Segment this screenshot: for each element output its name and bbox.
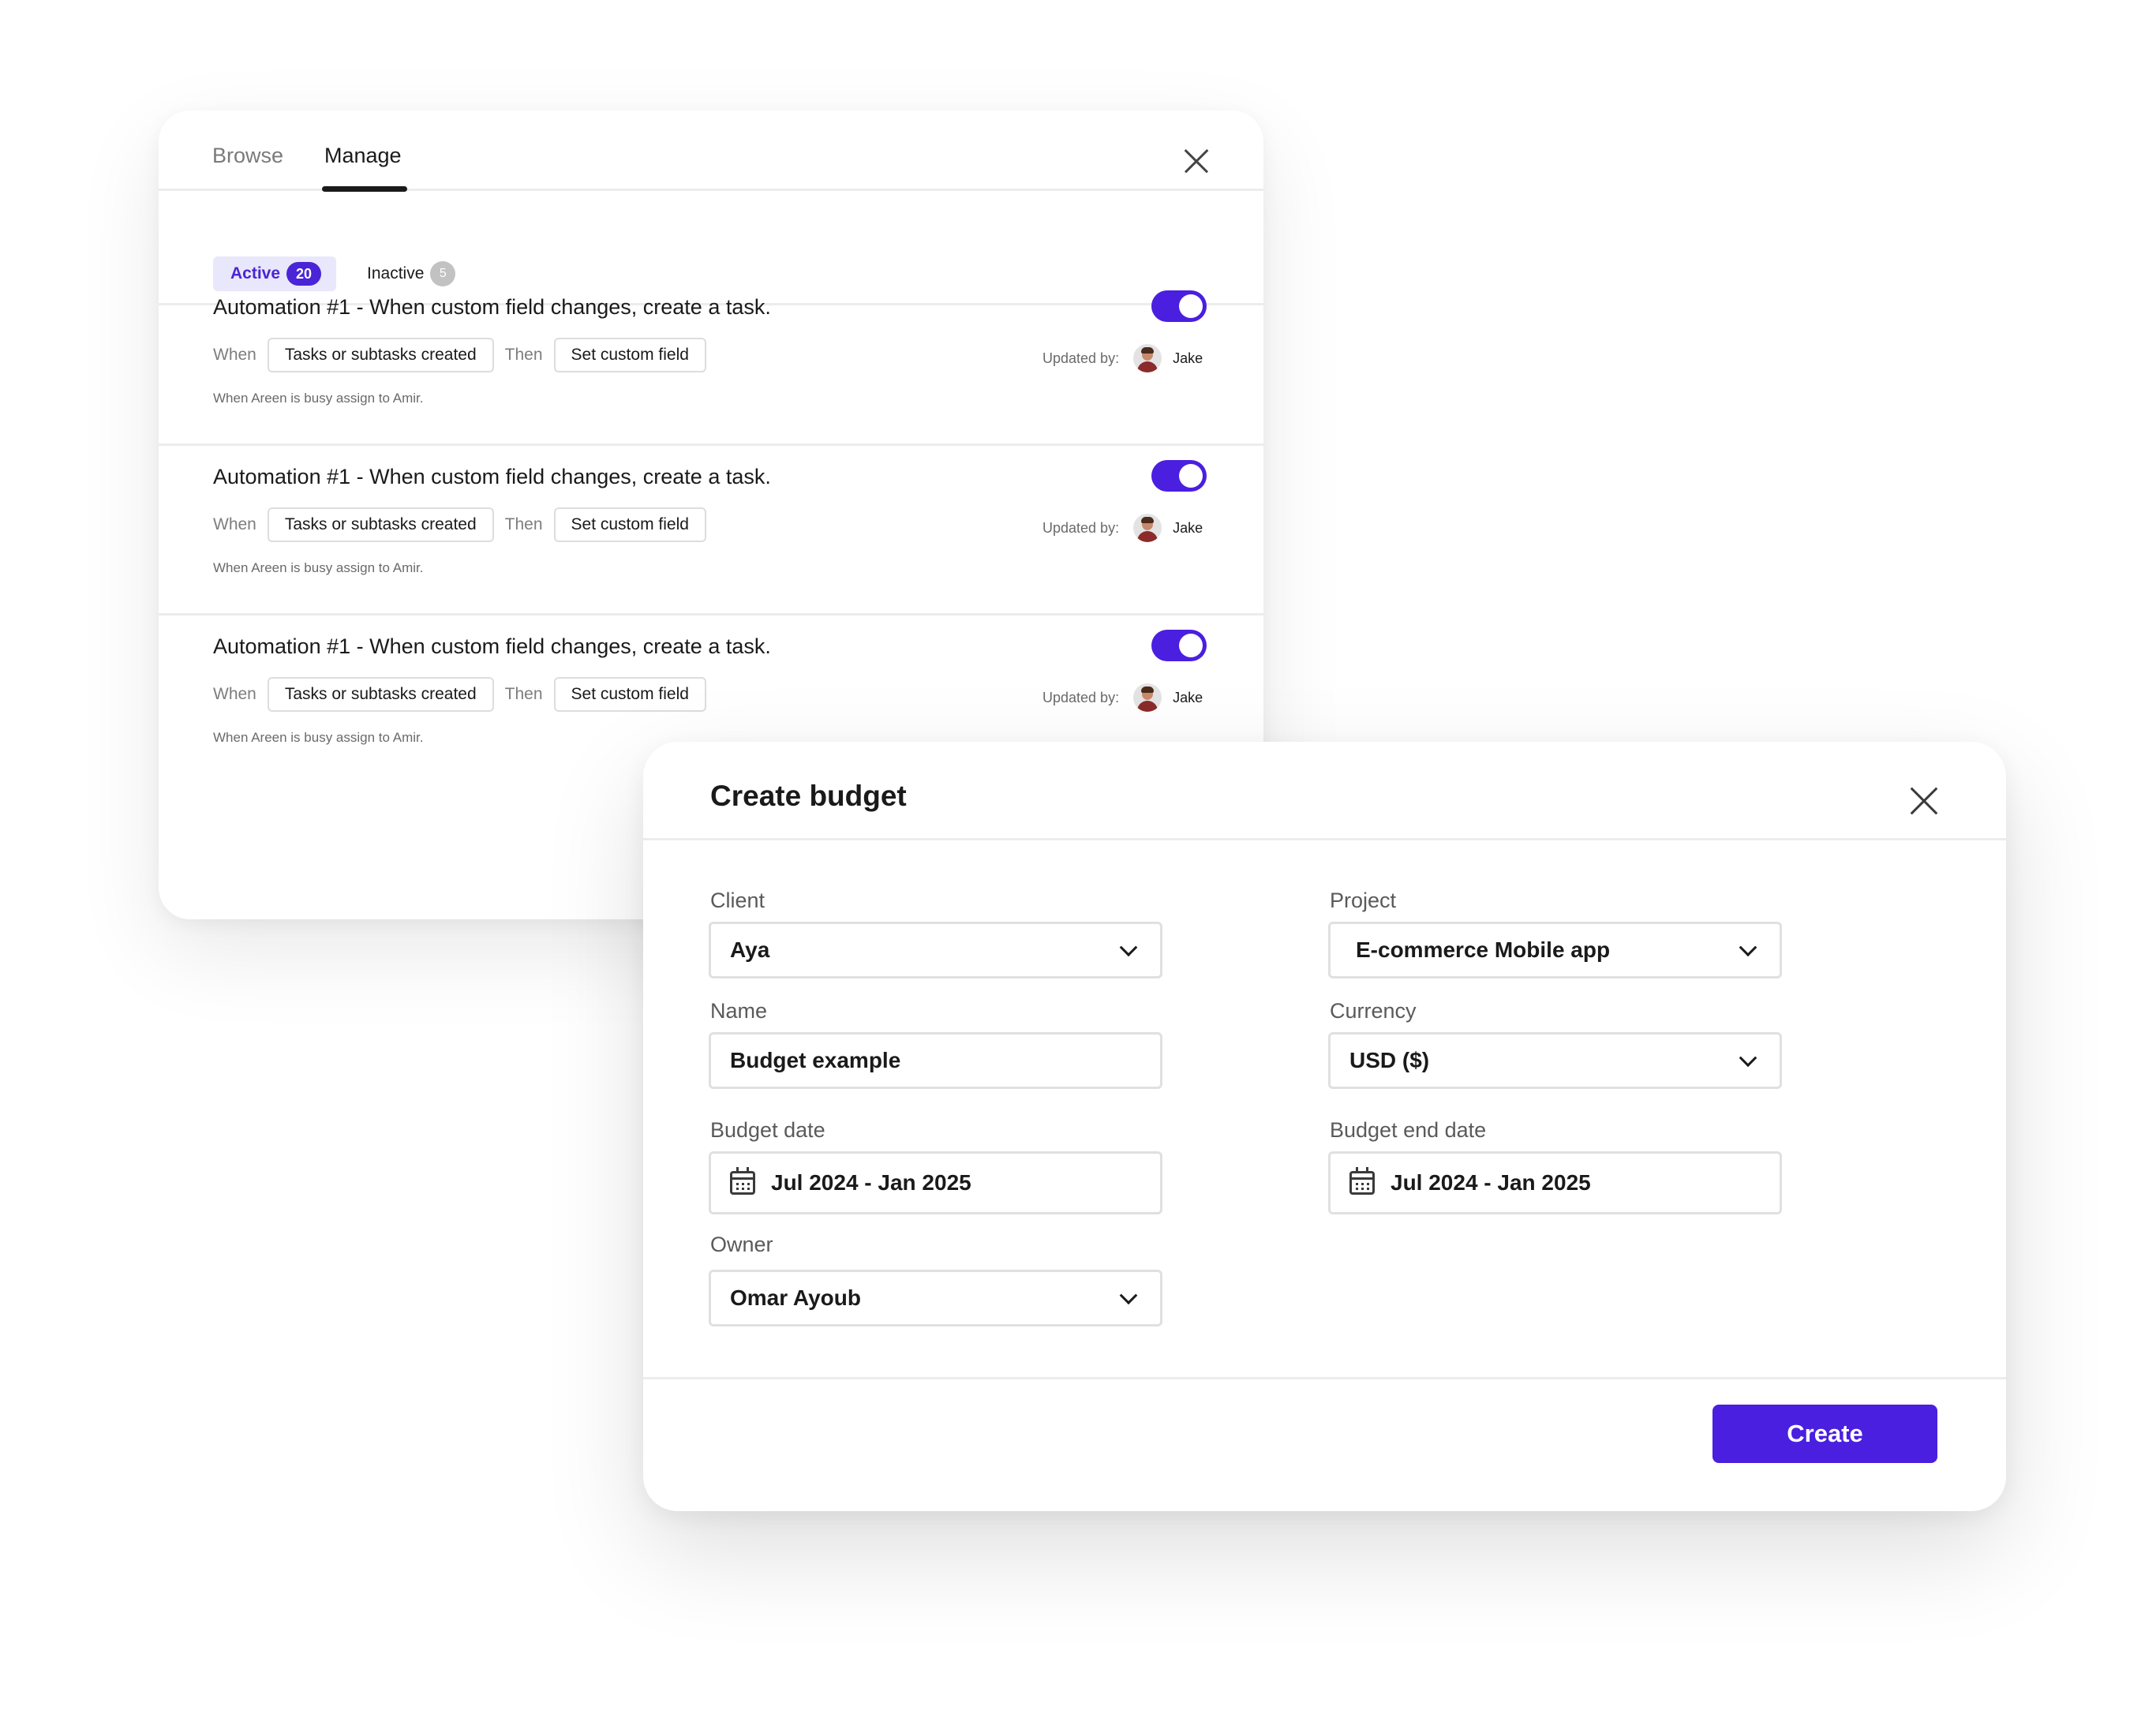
name-value: Budget example xyxy=(730,1048,901,1072)
updated-by-label: Updated by: xyxy=(1042,350,1120,366)
create-budget-dialog: Create budget Client Aya Project E-comme… xyxy=(643,742,2006,1511)
budget-end-date-label: Budget end date xyxy=(1330,1118,1487,1142)
action-chip[interactable]: Set custom field xyxy=(553,507,706,542)
then-label: Then xyxy=(504,515,543,533)
when-label: When xyxy=(213,685,256,703)
trigger-chip[interactable]: Tasks or subtasks created xyxy=(267,338,494,372)
budget-date-label: Budget date xyxy=(710,1118,825,1142)
close-icon[interactable] xyxy=(1909,786,1939,816)
updated-by-label: Updated by: xyxy=(1042,689,1120,705)
updated-by-name: Jake xyxy=(1173,519,1203,536)
updated-by-name: Jake xyxy=(1173,689,1203,705)
automation-item: Automation #1 - When custom field change… xyxy=(159,276,1263,446)
calendar-icon xyxy=(1349,1167,1375,1195)
budget-date-value: Jul 2024 - Jan 2025 xyxy=(771,1170,971,1195)
when-label: When xyxy=(213,515,256,533)
owner-select[interactable]: Omar Ayoub xyxy=(709,1270,1162,1326)
automation-item: Automation #1 - When custom field change… xyxy=(159,446,1263,616)
then-label: Then xyxy=(504,685,543,703)
budget-end-date-value: Jul 2024 - Jan 2025 xyxy=(1391,1170,1591,1195)
client-value: Aya xyxy=(730,937,770,962)
name-label: Name xyxy=(710,999,768,1023)
action-chip[interactable]: Set custom field xyxy=(553,338,706,372)
chevron-down-icon xyxy=(1739,938,1757,957)
chevron-down-icon xyxy=(1119,938,1138,957)
automation-rule: When Tasks or subtasks created Then Set … xyxy=(213,507,706,542)
automation-toggle[interactable] xyxy=(1151,290,1207,322)
automation-note: When Areen is busy assign to Amir. xyxy=(213,560,424,575)
automation-rule: When Tasks or subtasks created Then Set … xyxy=(213,338,706,372)
updated-by: Updated by: Jake xyxy=(1042,342,1203,374)
tab-browse[interactable]: Browse xyxy=(212,144,283,168)
chevron-down-icon xyxy=(1739,1049,1757,1068)
when-label: When xyxy=(213,346,256,364)
client-label: Client xyxy=(710,889,765,912)
trigger-chip[interactable]: Tasks or subtasks created xyxy=(267,677,494,712)
client-select[interactable]: Aya xyxy=(709,922,1162,978)
automation-toggle[interactable] xyxy=(1151,460,1207,492)
dialog-title: Create budget xyxy=(710,780,907,812)
tab-bar: Browse Manage xyxy=(159,110,1263,192)
tab-manage[interactable]: Manage xyxy=(324,144,402,168)
project-label: Project xyxy=(1330,889,1397,912)
updated-by: Updated by: Jake xyxy=(1042,682,1203,713)
close-icon[interactable] xyxy=(1183,148,1210,174)
updated-by: Updated by: Jake xyxy=(1042,512,1203,544)
automation-title: Automation #1 - When custom field change… xyxy=(213,465,771,488)
owner-label: Owner xyxy=(710,1233,773,1256)
updated-by-name: Jake xyxy=(1173,350,1203,366)
dialog-header: Create budget xyxy=(643,742,2006,840)
automation-note: When Areen is busy assign to Amir. xyxy=(213,391,424,406)
automation-rule: When Tasks or subtasks created Then Set … xyxy=(213,677,706,712)
avatar xyxy=(1133,344,1162,372)
project-value: E-commerce Mobile app xyxy=(1356,937,1611,962)
avatar xyxy=(1133,683,1162,712)
automation-toggle[interactable] xyxy=(1151,630,1207,661)
owner-value: Omar Ayoub xyxy=(730,1285,861,1310)
budget-end-date-picker[interactable]: Jul 2024 - Jan 2025 xyxy=(1328,1151,1782,1214)
automation-note: When Areen is busy assign to Amir. xyxy=(213,730,424,745)
create-button[interactable]: Create xyxy=(1712,1405,1937,1463)
name-input[interactable]: Budget example xyxy=(709,1032,1162,1089)
chevron-down-icon xyxy=(1119,1286,1138,1305)
toggle-knob xyxy=(1179,634,1203,657)
toggle-knob xyxy=(1179,294,1203,318)
trigger-chip[interactable]: Tasks or subtasks created xyxy=(267,507,494,542)
project-select[interactable]: E-commerce Mobile app xyxy=(1328,922,1782,978)
dialog-footer-divider xyxy=(643,1377,2006,1379)
toggle-knob xyxy=(1179,464,1203,488)
then-label: Then xyxy=(504,346,543,364)
updated-by-label: Updated by: xyxy=(1042,519,1120,536)
budget-date-picker[interactable]: Jul 2024 - Jan 2025 xyxy=(709,1151,1162,1214)
currency-label: Currency xyxy=(1330,999,1417,1023)
calendar-icon xyxy=(730,1167,755,1195)
currency-value: USD ($) xyxy=(1349,1048,1430,1072)
action-chip[interactable]: Set custom field xyxy=(553,677,706,712)
avatar xyxy=(1133,514,1162,542)
currency-select[interactable]: USD ($) xyxy=(1328,1032,1782,1089)
automation-title: Automation #1 - When custom field change… xyxy=(213,634,771,658)
automation-title: Automation #1 - When custom field change… xyxy=(213,295,771,319)
